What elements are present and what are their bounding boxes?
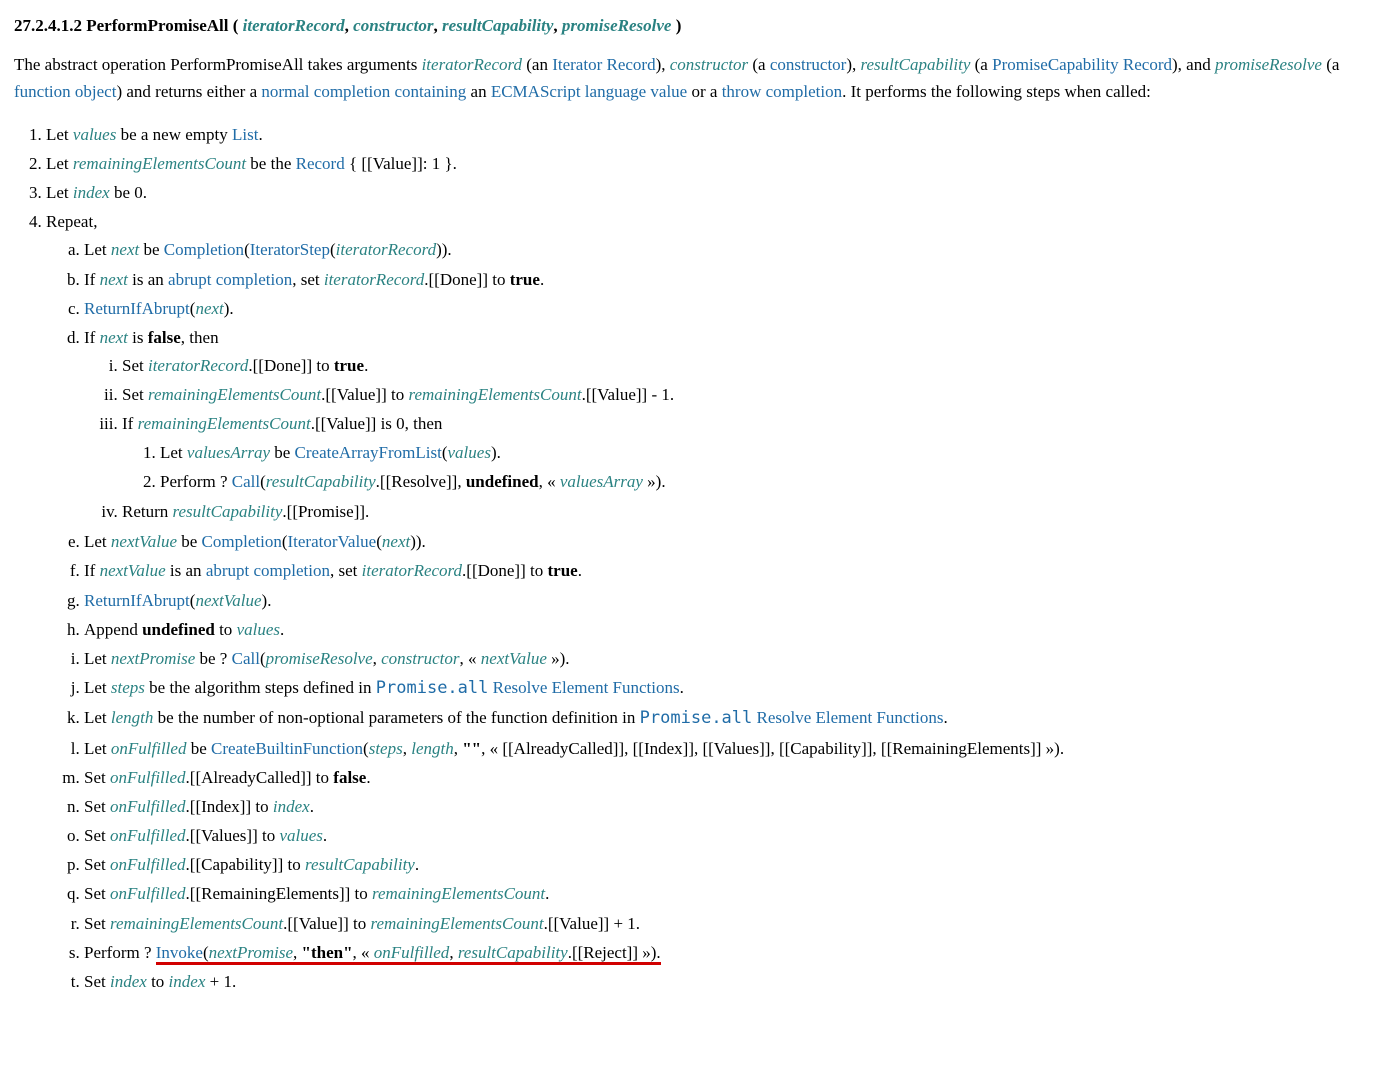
link-iterator-record[interactable]: Iterator Record xyxy=(552,55,655,74)
link-returnifabrupt[interactable]: ReturnIfAbrupt xyxy=(84,299,190,318)
step-4r: Set remainingElementsCount.[[Value]] to … xyxy=(84,909,1386,938)
step-4t: Set index to index + 1. xyxy=(84,967,1386,996)
step-4b: If next is an abrupt completion, set ite… xyxy=(84,265,1386,294)
link-completion[interactable]: Completion xyxy=(164,240,244,259)
link-call[interactable]: Call xyxy=(232,649,260,668)
link-abrupt-completion[interactable]: abrupt completion xyxy=(168,270,292,289)
step-4d-i: Set iteratorRecord.[[Done]] to true. xyxy=(122,351,1386,380)
step-4k: Let length be the number of non-optional… xyxy=(84,703,1386,733)
link-throw-completion[interactable]: throw completion xyxy=(722,82,842,101)
step-4f: If nextValue is an abrupt completion, se… xyxy=(84,556,1386,585)
link-constructor[interactable]: constructor xyxy=(770,55,846,74)
section-name: PerformPromiseAll xyxy=(86,16,228,35)
link-createbuiltinfunction[interactable]: CreateBuiltinFunction xyxy=(211,739,363,758)
step-4m: Set onFulfilled.[[AlreadyCalled]] to fal… xyxy=(84,763,1386,792)
step-2: Let remainingElementsCount be the Record… xyxy=(46,149,1386,178)
link-list[interactable]: List xyxy=(232,125,258,144)
link-completion[interactable]: Completion xyxy=(202,532,282,551)
link-abrupt-completion[interactable]: abrupt completion xyxy=(206,561,330,580)
step-3: Let index be 0. xyxy=(46,178,1386,207)
step-4l: Let onFulfilled be CreateBuiltinFunction… xyxy=(84,734,1386,763)
step-4c: ReturnIfAbrupt(next). xyxy=(84,294,1386,323)
step-4q: Set onFulfilled.[[RemainingElements]] to… xyxy=(84,879,1386,908)
section-number: 27.2.4.1.2 xyxy=(14,16,82,35)
step-4g: ReturnIfAbrupt(nextValue). xyxy=(84,586,1386,615)
step-4n: Set onFulfilled.[[Index]] to index. xyxy=(84,792,1386,821)
param: resultCapability xyxy=(442,16,553,35)
param: iteratorRecord xyxy=(243,16,345,35)
section-heading: 27.2.4.1.2 PerformPromiseAll ( iteratorR… xyxy=(14,12,1386,39)
param: promiseResolve xyxy=(562,16,672,35)
link-iteratorvalue[interactable]: IteratorValue xyxy=(288,532,377,551)
step-4e: Let nextValue be Completion(IteratorValu… xyxy=(84,527,1386,556)
step-1: Let values be a new empty List. xyxy=(46,120,1386,149)
link-createarrayfromlist[interactable]: CreateArrayFromList xyxy=(295,443,442,462)
step-4h: Append undefined to values. xyxy=(84,615,1386,644)
link-function-object[interactable]: function object xyxy=(14,82,116,101)
step-4d-iii-2: Perform ? Call(resultCapability.[[Resolv… xyxy=(160,467,1386,496)
step-4a: Let next be Completion(IteratorStep(iter… xyxy=(84,235,1386,264)
step-4: Repeat, Let next be Completion(IteratorS… xyxy=(46,207,1386,997)
link-promise-all-resolve[interactable]: Promise.all Resolve Element Functions xyxy=(376,678,680,697)
step-4s: Perform ? Invoke(nextPromise, "then", « … xyxy=(84,938,1386,967)
step-4o: Set onFulfilled.[[Values]] to values. xyxy=(84,821,1386,850)
link-record[interactable]: Record xyxy=(296,154,345,173)
step-4p: Set onFulfilled.[[Capability]] to result… xyxy=(84,850,1386,879)
link-call[interactable]: Call xyxy=(232,472,260,491)
step-4d: If next is false, then Set iteratorRecor… xyxy=(84,323,1386,527)
algorithm-steps: Let values be a new empty List. Let rema… xyxy=(14,120,1386,998)
link-invoke[interactable]: Invoke xyxy=(156,943,203,962)
link-promisecapability-record[interactable]: PromiseCapability Record xyxy=(992,55,1172,74)
step-4d-iii-1: Let valuesArray be CreateArrayFromList(v… xyxy=(160,438,1386,467)
param: constructor xyxy=(353,16,433,35)
link-ecmascript-language-value[interactable]: ECMAScript language value xyxy=(491,82,687,101)
step-4j: Let steps be the algorithm steps defined… xyxy=(84,673,1386,703)
link-returnifabrupt[interactable]: ReturnIfAbrupt xyxy=(84,591,190,610)
step-4d-iii: If remainingElementsCount.[[Value]] is 0… xyxy=(122,409,1386,497)
step-4i: Let nextPromise be ? Call(promiseResolve… xyxy=(84,644,1386,673)
link-promise-all-resolve[interactable]: Promise.all Resolve Element Functions xyxy=(640,708,944,727)
step-4d-ii: Set remainingElementsCount.[[Value]] to … xyxy=(122,380,1386,409)
intro-paragraph: The abstract operation PerformPromiseAll… xyxy=(14,51,1386,105)
link-iteratorstep[interactable]: IteratorStep xyxy=(250,240,330,259)
step-4d-iv: Return resultCapability.[[Promise]]. xyxy=(122,497,1386,526)
link-normal-completion[interactable]: normal completion containing xyxy=(261,82,466,101)
